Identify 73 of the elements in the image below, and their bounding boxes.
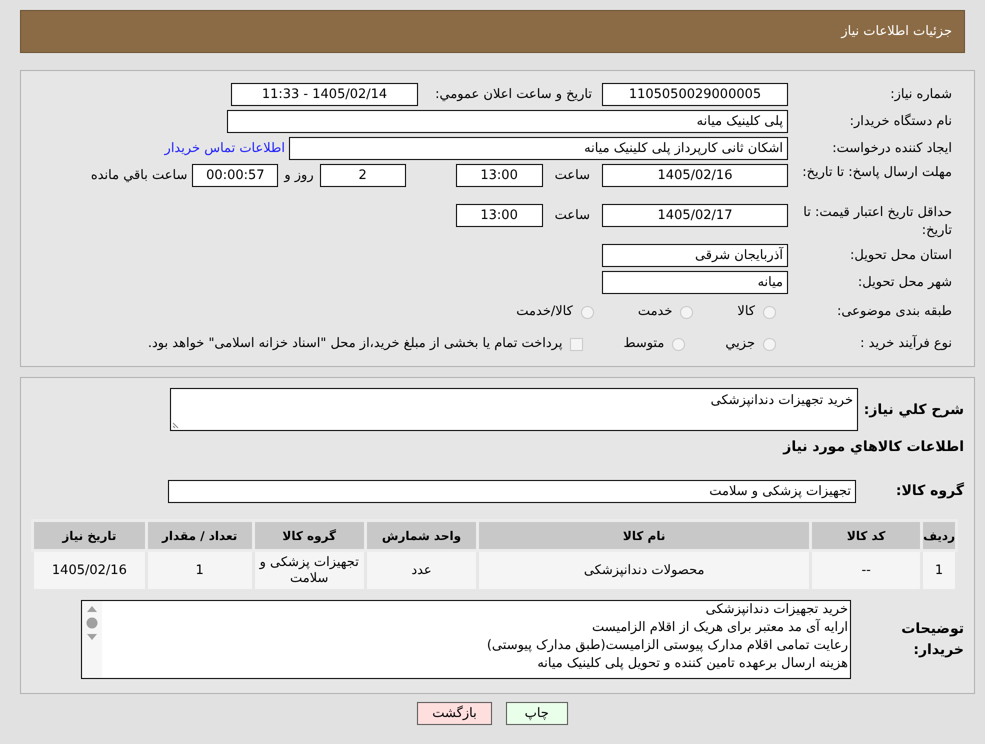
field-label: شماره نیاز: xyxy=(889,86,953,104)
field-label: نوع فرآیند خرید : xyxy=(859,335,953,353)
table-cell: تجهیزات پزشکی و سلامت xyxy=(253,550,366,590)
scroll-thumb-icon[interactable] xyxy=(86,617,98,629)
column-header: تعداد / مقدار xyxy=(146,520,254,550)
radio-button[interactable] xyxy=(580,306,594,318)
field-label: مهلت ارسال پاسخ: تا تاریخ: xyxy=(801,164,953,182)
input-field[interactable]: تجهیزات پزشکی و سلامت xyxy=(168,480,856,503)
scroll-up-icon[interactable] xyxy=(86,605,98,613)
table-cell: عدد xyxy=(365,550,478,590)
column-header: تاریخ نیاز xyxy=(32,520,146,550)
input-field[interactable]: میانه xyxy=(602,271,788,294)
field-label: شهر محل تحویل: xyxy=(856,274,953,292)
input-field[interactable]: 1405/02/17 xyxy=(602,204,788,227)
page-title: جزئیات اطلاعات نیاز xyxy=(841,22,952,41)
table-cell: 1405/02/16 xyxy=(32,550,146,590)
buyer-contact-link[interactable]: اطلاعات تماس خریدار xyxy=(164,138,285,158)
field-label: حداقل تاریخ اعتبار قیمت: تا تاریخ: xyxy=(802,204,953,240)
column-header: کد کالا xyxy=(810,520,922,550)
column-header: واحد شمارش xyxy=(365,520,478,550)
field-label: ساعت xyxy=(554,207,590,225)
text-area[interactable]: خرید تجهیزات دندانپزشکی xyxy=(170,388,858,431)
input-field[interactable]: اشکان ثانی کارپرداز پلی کلینیک میانه xyxy=(289,137,788,160)
radio-button[interactable] xyxy=(763,338,776,350)
back-button[interactable]: بازگشت xyxy=(417,702,492,725)
text-line: هزینه ارسال برعهده تامین کننده و تحویل پلی کلینیک میانه xyxy=(536,655,848,673)
option-label: جزیي xyxy=(725,335,755,354)
input-field[interactable]: 2 xyxy=(320,164,406,187)
column-header: ردیف xyxy=(922,520,956,550)
field-label: روز و xyxy=(284,167,314,185)
input-field[interactable]: 1405/02/16 xyxy=(602,164,788,187)
radio-button[interactable] xyxy=(680,306,694,318)
column-header: گروه کالا xyxy=(253,520,366,550)
text-area[interactable]: خرید تجهیزات دندانپزشکی ارایه آی مد معتبر برای هریک از اقلام الزامیست رعایت تمامی اقلام مدارک پیوستی الزامیست(طبق مدارک پیوستی) هزینه ارسال برعهده تامین کننده و تحویل پلی کلینیک میانه xyxy=(81,600,851,679)
field-label: ایجاد کننده درخواست: xyxy=(831,140,953,158)
radio-button[interactable] xyxy=(763,306,776,318)
input-field[interactable]: پلی کلینیک میانه xyxy=(227,110,788,133)
field-label: استان محل تحویل: xyxy=(849,246,953,264)
text-line: خرید تجهیزات دندانپزشکی xyxy=(704,601,848,618)
text-line: رعایت تمامی اقلام مدارک پیوستی الزامیست(طبق مدارک پیوستی) xyxy=(486,637,848,655)
option-label: پرداخت تمام یا بخشی از مبلغ خرید،از محل "اسناد خزانه اسلامی" خواهد بود. xyxy=(148,335,562,354)
input-field[interactable]: آذربایجان شرقی xyxy=(602,244,788,267)
input-field[interactable]: 1105050029000005 xyxy=(602,83,788,106)
input-field[interactable]: 13:00 xyxy=(456,204,543,227)
field-label: طبقه بندی موضوعی: xyxy=(836,303,953,321)
table-cell: -- xyxy=(810,550,922,590)
resize-grip-icon xyxy=(172,421,180,429)
option-label: کالا xyxy=(737,303,755,322)
field-label: گروه کالا: xyxy=(894,481,965,501)
section-title: اطلاعات کالاهاي مورد نیاز xyxy=(782,438,965,457)
text-value: خرید تجهیزات دندانپزشکی xyxy=(710,393,853,408)
field-label: ساعت xyxy=(554,167,590,185)
table-cell: محصولات دندانپزشکی xyxy=(478,550,811,590)
field-label: ساعت باقي مانده xyxy=(90,167,188,185)
option-label: متوسط xyxy=(623,335,664,354)
radio-button[interactable] xyxy=(672,338,686,350)
checkbox[interactable] xyxy=(570,338,584,350)
table-cell: 1 xyxy=(146,550,254,590)
input-field[interactable]: 13:00 xyxy=(456,164,543,187)
scroll-down-icon[interactable] xyxy=(86,633,98,641)
text-line: ارایه آی مد معتبر برای هریک از اقلام الزامیست xyxy=(591,619,848,637)
field-label: شرح کلي نیاز: xyxy=(862,401,965,420)
option-label: کالا/خدمت xyxy=(516,303,573,322)
print-button[interactable]: چاپ xyxy=(506,702,568,725)
field-label: توضیحات خریدار: xyxy=(900,620,965,660)
field-label: نام دستگاه خریدار: xyxy=(848,112,953,130)
option-label: خدمت xyxy=(638,303,672,322)
field-label: تاریخ و ساعت اعلان عمومي: xyxy=(434,86,592,104)
table-cell: 1 xyxy=(922,550,956,590)
column-header: نام کالا xyxy=(478,520,811,550)
input-field[interactable]: 1405/02/14 - 11:33 xyxy=(231,83,418,106)
scrollbar[interactable] xyxy=(82,601,102,678)
countdown-field[interactable]: 00:00:57 xyxy=(192,164,278,187)
